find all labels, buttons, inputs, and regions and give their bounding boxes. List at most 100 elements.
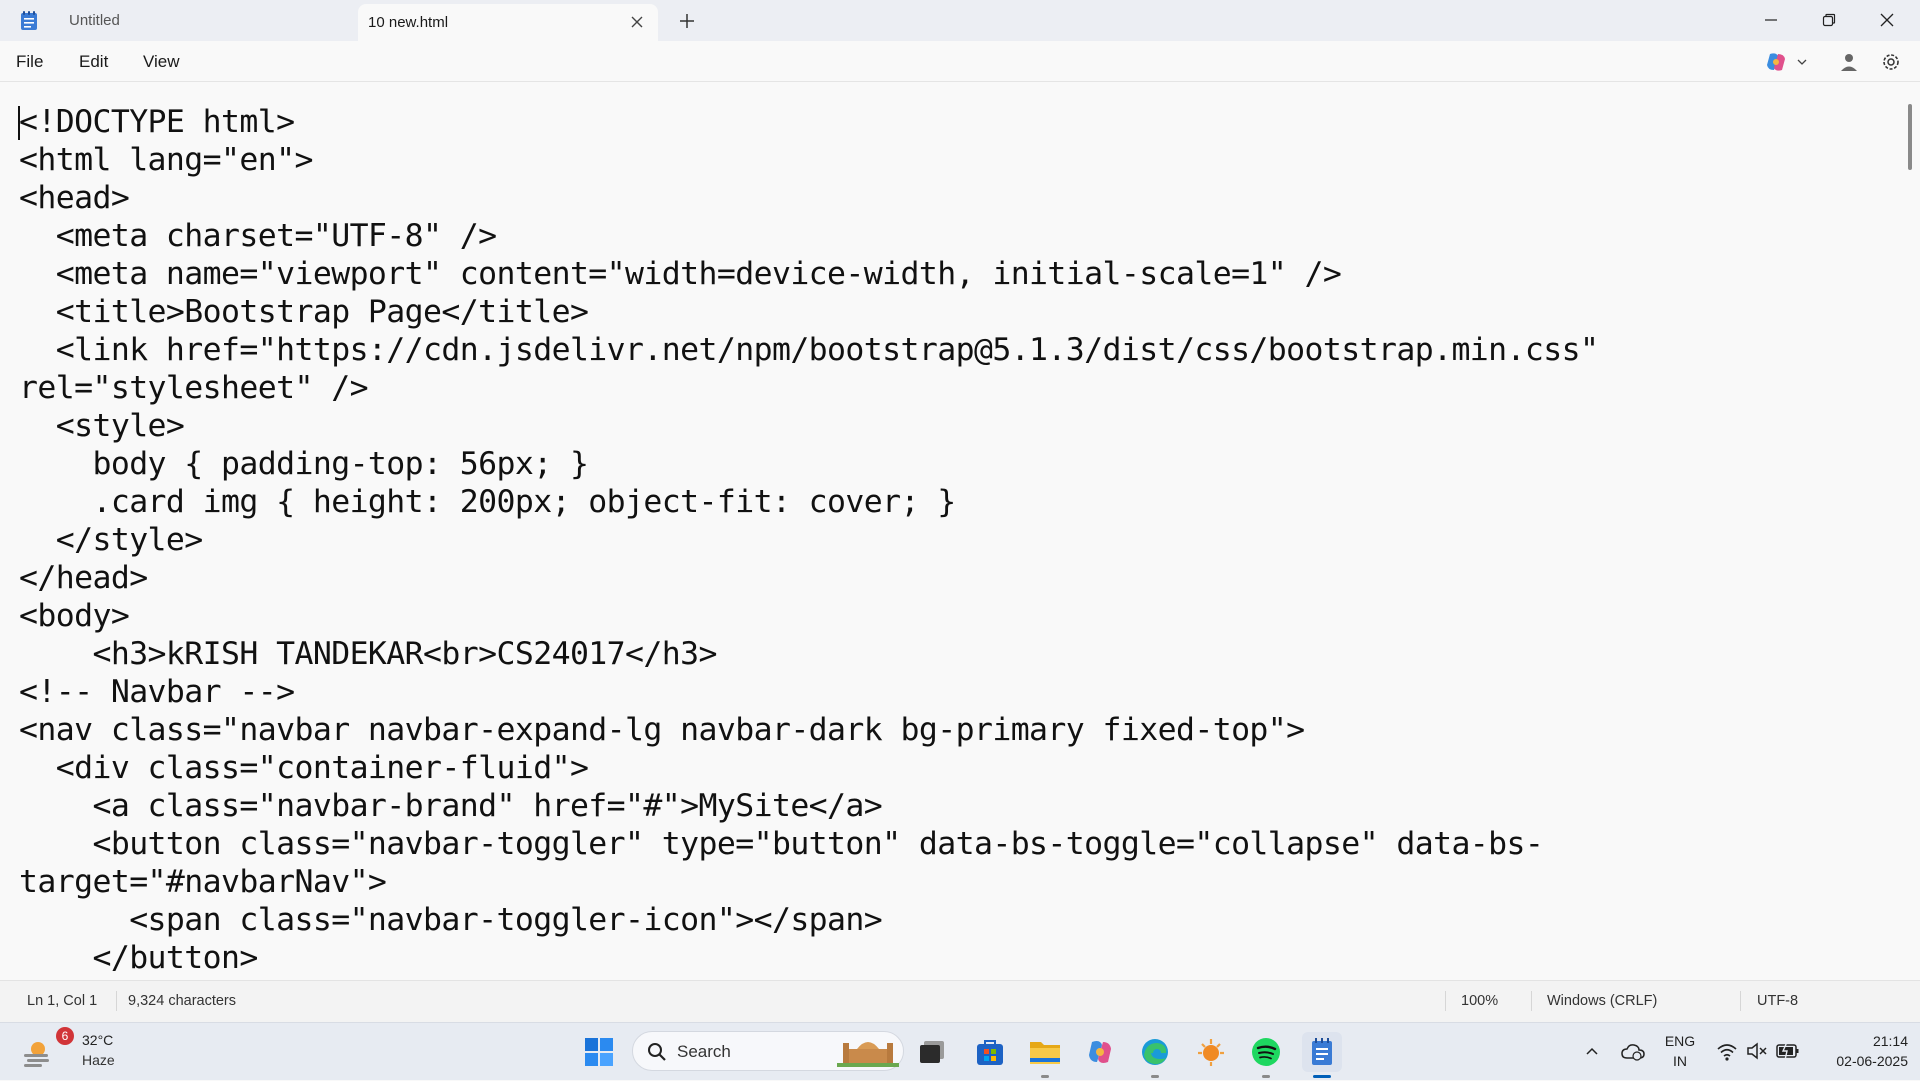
edge-icon xyxy=(1142,1039,1168,1065)
minimize-button[interactable] xyxy=(1742,0,1800,40)
weather-widget[interactable]: 6 32°C Haze xyxy=(18,1023,115,1081)
search-placeholder: Search xyxy=(677,1042,731,1061)
code-line: </head> xyxy=(19,560,148,596)
copilot-button[interactable] xyxy=(1764,49,1808,75)
code-line: <title>Bootstrap Page</title> xyxy=(19,294,589,330)
file-explorer-button[interactable] xyxy=(1027,1034,1063,1070)
zoom-level[interactable]: 100% xyxy=(1461,993,1498,1009)
language-indicator[interactable]: ENG IN xyxy=(1660,1031,1700,1073)
task-view-button[interactable] xyxy=(914,1034,950,1070)
start-button[interactable] xyxy=(581,1034,617,1070)
show-hidden-icons-button[interactable] xyxy=(1574,1034,1610,1070)
volume-muted-icon xyxy=(1747,1042,1767,1060)
running-indicator xyxy=(1151,1075,1159,1078)
character-count: 9,324 characters xyxy=(128,993,237,1009)
settings-button[interactable] xyxy=(1880,49,1902,75)
code-line: <meta name="viewport" content="width=dev… xyxy=(19,256,1342,292)
notification-badge: 6 xyxy=(56,1027,74,1045)
code-line: <button class="navbar-toggler" type="but… xyxy=(19,826,1544,862)
region-code: IN xyxy=(1673,1053,1687,1069)
code-line: </style> xyxy=(19,522,204,558)
windows-start-icon xyxy=(585,1038,613,1066)
wifi-icon xyxy=(1717,1044,1737,1061)
code-line: <a class="navbar-brand" href="#">MySite<… xyxy=(19,788,883,824)
code-line: </button> xyxy=(19,940,258,976)
code-line: <div class="container-fluid"> xyxy=(19,750,589,786)
new-tab-icon[interactable] xyxy=(677,11,697,31)
edge-button[interactable] xyxy=(1137,1034,1173,1070)
restore-icon xyxy=(1822,13,1836,27)
code-line: <nav class="navbar navbar-expand-lg navb… xyxy=(19,712,1305,748)
account-icon xyxy=(1841,54,1857,71)
app-button[interactable] xyxy=(1193,1034,1229,1070)
text-editor[interactable]: <!DOCTYPE html> <html lang="en"> <head> … xyxy=(0,82,1920,980)
quick-settings-button[interactable] xyxy=(1712,1035,1806,1069)
store-icon xyxy=(977,1040,1003,1065)
language-code: ENG xyxy=(1664,1033,1696,1049)
menu-bar: File Edit View xyxy=(0,41,1920,82)
status-divider xyxy=(1445,991,1446,1011)
code-line: rel="stylesheet" /> xyxy=(19,370,369,406)
app-icon xyxy=(1198,1039,1224,1066)
spotify-button[interactable] xyxy=(1248,1034,1284,1070)
active-indicator xyxy=(1313,1075,1331,1078)
weather-condition: Haze xyxy=(82,1052,115,1068)
tab-untitled[interactable]: Untitled xyxy=(50,0,355,41)
onedrive-button[interactable] xyxy=(1617,1034,1649,1070)
status-divider xyxy=(1740,991,1741,1011)
code-line: <link href="https://cdn.jsdelivr.net/npm… xyxy=(19,332,1599,368)
menu-edit[interactable]: Edit xyxy=(79,52,108,72)
status-bar: Ln 1, Col 1 9,324 characters 100% Window… xyxy=(0,980,1920,1022)
clock-time: 21:14 xyxy=(1872,1033,1908,1049)
code-line: <head> xyxy=(19,180,130,216)
notepad-taskbar-button[interactable] xyxy=(1302,1032,1342,1072)
store-button[interactable] xyxy=(972,1034,1008,1070)
close-icon xyxy=(1880,13,1894,27)
status-divider xyxy=(1531,991,1532,1011)
search-highlight-icon xyxy=(837,1042,899,1067)
vertical-scrollbar[interactable] xyxy=(1908,104,1912,170)
settings-icon xyxy=(1883,54,1899,70)
clock[interactable]: 21:14 02-06-2025 xyxy=(1812,1031,1908,1073)
tab-label: 10 new.html xyxy=(368,14,449,31)
battery-charging-icon xyxy=(1776,1041,1799,1061)
minimize-icon xyxy=(1765,19,1777,21)
code-line: <h3>kRISH TANDEKAR<br>CS24017</h3> xyxy=(19,636,717,672)
encoding[interactable]: UTF-8 xyxy=(1757,993,1798,1009)
taskbar: 6 32°C Haze Search ENG IN 21:14 02-06-20… xyxy=(0,1022,1920,1080)
copilot-icon xyxy=(1089,1041,1111,1063)
running-indicator xyxy=(1041,1075,1049,1078)
taskbar-search[interactable]: Search xyxy=(632,1031,904,1071)
copilot-taskbar-button[interactable] xyxy=(1082,1034,1118,1070)
close-tab-icon[interactable] xyxy=(630,15,644,29)
copilot-icon xyxy=(1767,53,1785,71)
running-indicator xyxy=(1262,1075,1270,1078)
menu-view[interactable]: View xyxy=(143,52,180,72)
code-line: <style> xyxy=(19,408,185,444)
close-window-button[interactable] xyxy=(1858,0,1916,40)
menu-file[interactable]: File xyxy=(16,52,43,72)
clock-date: 02-06-2025 xyxy=(1836,1053,1908,1069)
code-line: <body> xyxy=(19,598,130,634)
code-line: target="#navbarNav"> xyxy=(19,864,387,900)
weather-haze-icon xyxy=(24,1042,49,1067)
file-explorer-icon xyxy=(1030,1042,1060,1064)
status-divider xyxy=(116,991,117,1011)
tab-label: Untitled xyxy=(69,12,120,29)
task-view-icon xyxy=(920,1041,944,1063)
code-line: <!DOCTYPE html> xyxy=(19,104,295,140)
account-button[interactable] xyxy=(1838,49,1860,75)
tab-10-new-html[interactable]: 10 new.html xyxy=(358,4,658,41)
code-line: <html lang="en"> xyxy=(19,142,313,178)
maximize-button[interactable] xyxy=(1800,0,1858,40)
code-line: body { padding-top: 56px; } xyxy=(19,446,589,482)
chevron-down-icon xyxy=(1797,59,1807,65)
line-ending[interactable]: Windows (CRLF) xyxy=(1547,993,1657,1009)
search-icon xyxy=(648,1043,666,1061)
spotify-icon xyxy=(1252,1038,1280,1066)
notepad-icon xyxy=(1312,1038,1332,1065)
code-line: <meta charset="UTF-8" /> xyxy=(19,218,497,254)
chevron-up-icon xyxy=(1586,1047,1598,1055)
code-line: <span class="navbar-toggler-icon"></span… xyxy=(19,902,883,938)
title-bar: Untitled 10 new.html xyxy=(0,0,1920,41)
